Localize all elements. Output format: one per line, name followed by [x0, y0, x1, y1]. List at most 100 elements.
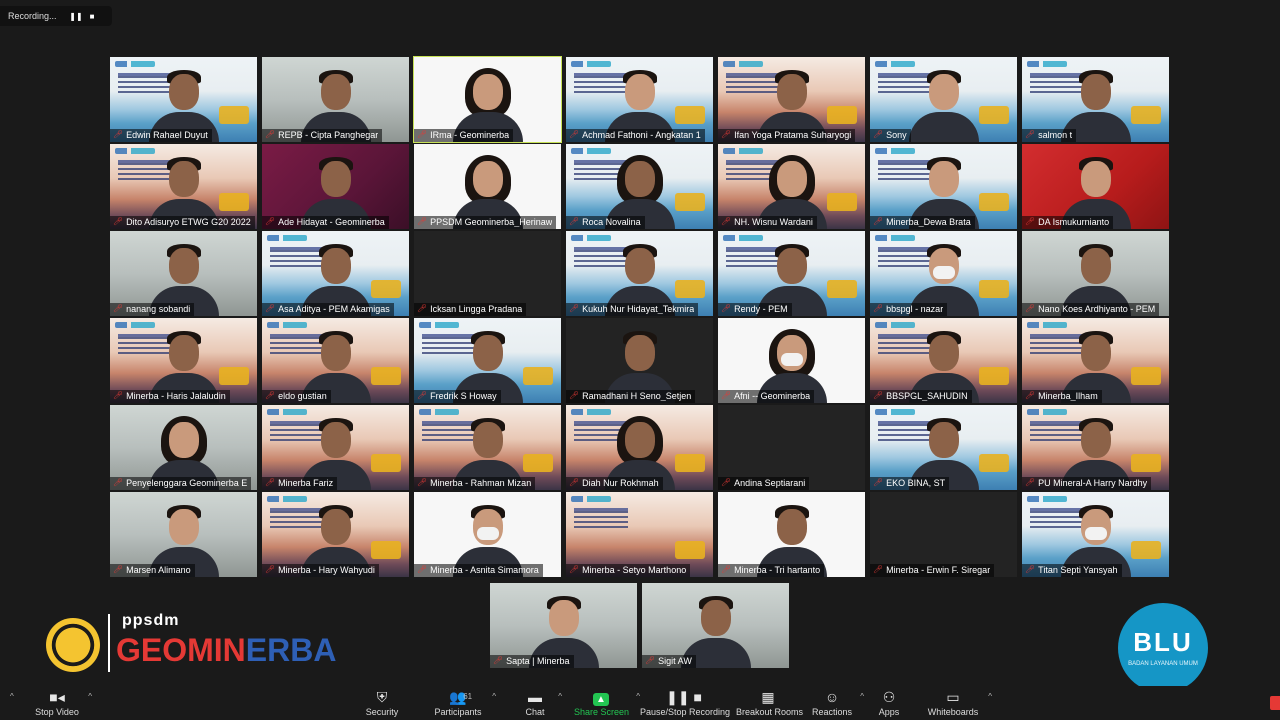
chevron-up-icon[interactable]: ^: [88, 692, 92, 701]
silhouette-head: [928, 74, 959, 110]
security-button[interactable]: ⛨ Security: [362, 688, 402, 718]
participant-name-label: 🎤︎ Ramadhani H Seno_Setjen: [566, 390, 696, 403]
participants-button[interactable]: 👥 61 Participants ^: [432, 688, 496, 718]
participant-name-label: 🎤︎ Penyelenggara Geominerba E: [110, 477, 252, 490]
mic-muted-icon: 🎤︎: [1025, 391, 1036, 400]
participant-name-label: 🎤︎ PPSDM Geominerba_Herinaw: [414, 216, 557, 229]
participant-tile[interactable]: 🎤︎ PPSDM Geominerba_Herinaw: [414, 144, 561, 229]
silhouette-head: [1080, 161, 1111, 197]
participant-tile[interactable]: 🎤︎ Kukuh Nur Hidayat_Tekmira: [566, 231, 713, 316]
participant-name: Icksan Lingga Pradana: [430, 304, 523, 314]
participant-tile[interactable]: 🎤︎ Andina Septiarani: [718, 405, 865, 490]
whiteboards-button[interactable]: ▭ Whiteboards ^: [926, 688, 992, 718]
participant-tile[interactable]: 🎤︎ REPB - Cipta Panghegar: [262, 57, 409, 142]
participant-name: Marsen Alimano: [126, 565, 191, 575]
share-screen-button[interactable]: ▲ Share Screen ^: [574, 688, 640, 718]
chevron-up-icon[interactable]: ^: [10, 692, 14, 701]
silhouette-head: [472, 335, 503, 371]
participant-tile[interactable]: 🎤︎ NH. Wisnu Wardani: [718, 144, 865, 229]
participant-name: nanang sobandi: [126, 304, 191, 314]
share-arrow-icon: ▲: [574, 688, 628, 706]
logo-divider: [108, 614, 110, 672]
participant-tile[interactable]: 🎤︎ Minerba_Dewa Brata: [870, 144, 1017, 229]
participant-tile[interactable]: 🎤︎ Minerba - Rahman Mizan: [414, 405, 561, 490]
participant-name: Minerba_Ilham: [1038, 391, 1098, 401]
pause-icon[interactable]: ❚❚: [68, 12, 84, 21]
participant-name: EKO BINA, ST: [886, 478, 946, 488]
participant-tile[interactable]: 🎤︎ Sony: [870, 57, 1017, 142]
mic-muted-icon: 🎤︎: [569, 130, 580, 139]
silhouette-head: [472, 509, 503, 545]
participant-tile[interactable]: 🎤︎ Sigit AW: [642, 583, 789, 668]
participant-tile[interactable]: 🎤︎ Roca Novalina: [566, 144, 713, 229]
participant-name-label: 🎤︎ Sony: [870, 129, 911, 142]
participant-tile[interactable]: 🎤︎ salmon t: [1022, 57, 1169, 142]
participant-tile[interactable]: 🎤︎ Titan Septi Yansyah: [1022, 492, 1169, 577]
logo-title: GEOMINERBA: [116, 632, 337, 668]
mic-muted-icon: 🎤︎: [417, 217, 428, 226]
participant-name-label: 🎤︎ BBSPGL_SAHUDIN: [870, 390, 972, 403]
participant-tile[interactable]: 🎤︎ Dito Adisuryo ETWG G20 2022: [110, 144, 257, 229]
chevron-up-icon[interactable]: ^: [492, 692, 496, 701]
participant-tile[interactable]: 🎤︎ Icksan Lingga Pradana: [414, 231, 561, 316]
participant-tile[interactable]: 🎤︎ Achmad Fathoni - Angkatan 1: [566, 57, 713, 142]
mining-truck-graphic: [675, 280, 705, 298]
mic-muted-icon: 🎤︎: [569, 391, 580, 400]
silhouette-head: [168, 422, 199, 458]
participant-tile[interactable]: 🎤︎ Asa Aditya - PEM Akamigas: [262, 231, 409, 316]
participant-tile[interactable]: 🎤︎ DA Ismukurnianto: [1022, 144, 1169, 229]
participant-tile[interactable]: 🎤︎ Ade Hidayat - Geominerba: [262, 144, 409, 229]
participant-tile[interactable]: 🎤︎ nanang sobandi: [110, 231, 257, 316]
participant-tile[interactable]: 🎤︎ Diah Nur Rokhmah: [566, 405, 713, 490]
participant-tile[interactable]: 🎤︎ IRma - Geominerba: [413, 56, 562, 143]
chevron-up-icon[interactable]: ^: [860, 692, 864, 701]
recording-bar: Recording... ❚❚ ■: [0, 6, 112, 26]
mic-muted-icon: 🎤︎: [1025, 565, 1036, 574]
participant-tile[interactable]: 🎤︎ Marsen Alimano: [110, 492, 257, 577]
participant-tile[interactable]: 🎤︎ Minerba - Asnita Simamora: [414, 492, 561, 577]
participant-tile[interactable]: 🎤︎ PU Mineral-A Harry Nardhy: [1022, 405, 1169, 490]
stop-icon[interactable]: ■: [84, 12, 100, 21]
stop-video-button[interactable]: ■◂ Stop Video ^: [34, 688, 92, 718]
participant-name: Minerba - Setyo Marthono: [582, 565, 687, 575]
recording-label: Recording...: [8, 11, 57, 21]
participant-name: Minerba - Asnita Simamora: [430, 565, 539, 575]
mic-muted-icon: 🎤︎: [493, 656, 504, 665]
chevron-up-icon[interactable]: ^: [988, 692, 992, 701]
participant-tile[interactable]: 🎤︎ Minerba Fariz: [262, 405, 409, 490]
participant-name: Titan Septi Yansyah: [1038, 565, 1118, 575]
participant-tile[interactable]: 🎤︎ Minerba - Setyo Marthono: [566, 492, 713, 577]
participant-tile[interactable]: 🎤︎ eldo gustian: [262, 318, 409, 403]
chevron-up-icon[interactable]: ^: [558, 692, 562, 701]
participant-tile[interactable]: 🎤︎ Penyelenggara Geominerba E: [110, 405, 257, 490]
mining-truck-graphic: [675, 106, 705, 124]
participant-name-label: 🎤︎ salmon t: [1022, 129, 1077, 142]
participant-name-label: 🎤︎ Titan Septi Yansyah: [1022, 564, 1122, 577]
mining-truck-graphic: [979, 193, 1009, 211]
participant-tile[interactable]: 🎤︎ EKO BINA, ST: [870, 405, 1017, 490]
breakout-rooms-button[interactable]: ▦ Breakout Rooms: [736, 688, 803, 718]
participant-name-label: 🎤︎ Edwin Rahael Duyut: [110, 129, 212, 142]
participant-tile[interactable]: 🎤︎ Afni -- Geominerba: [718, 318, 865, 403]
mic-muted-icon: 🎤︎: [113, 565, 124, 574]
chat-button[interactable]: ▬ Chat ^: [520, 688, 562, 718]
participant-tile[interactable]: 🎤︎ BBSPGL_SAHUDIN: [870, 318, 1017, 403]
apps-button[interactable]: ⚇ Apps: [876, 688, 902, 718]
participant-tile[interactable]: 🎤︎ Minerba - Haris Jalaludin: [110, 318, 257, 403]
participant-tile[interactable]: 🎤︎ Minerba - Hary Wahyudi: [262, 492, 409, 577]
participant-tile[interactable]: 🎤︎ Minerba - Erwin F. Siregar: [870, 492, 1017, 577]
participant-tile[interactable]: 🎤︎ Rendy - PEM: [718, 231, 865, 316]
participant-tile[interactable]: 🎤︎ bbspgl - nazar: [870, 231, 1017, 316]
pause-stop-recording-button[interactable]: ❚❚ ■ Pause/Stop Recording: [640, 688, 730, 718]
participant-tile[interactable]: 🎤︎ Fredrik S Howay: [414, 318, 561, 403]
participant-tile[interactable]: 🎤︎ Edwin Rahael Duyut: [110, 57, 257, 142]
reactions-button[interactable]: ☺ Reactions ^: [812, 688, 864, 718]
participant-tile[interactable]: 🎤︎ Nano Koes Ardhiyanto - PEM: [1022, 231, 1169, 316]
participant-tile[interactable]: 🎤︎ Ramadhani H Seno_Setjen: [566, 318, 713, 403]
participant-tile[interactable]: 🎤︎ Minerba - Tri hartanto: [718, 492, 865, 577]
participant-tile[interactable]: 🎤︎ Minerba_Ilham: [1022, 318, 1169, 403]
end-meeting-edge[interactable]: [1270, 696, 1280, 710]
participant-tile[interactable]: 🎤︎ Sapta | Minerba: [490, 583, 637, 668]
participant-tile[interactable]: 🎤︎ Ifan Yoga Pratama Suharyogi: [718, 57, 865, 142]
silhouette-head: [776, 248, 807, 284]
